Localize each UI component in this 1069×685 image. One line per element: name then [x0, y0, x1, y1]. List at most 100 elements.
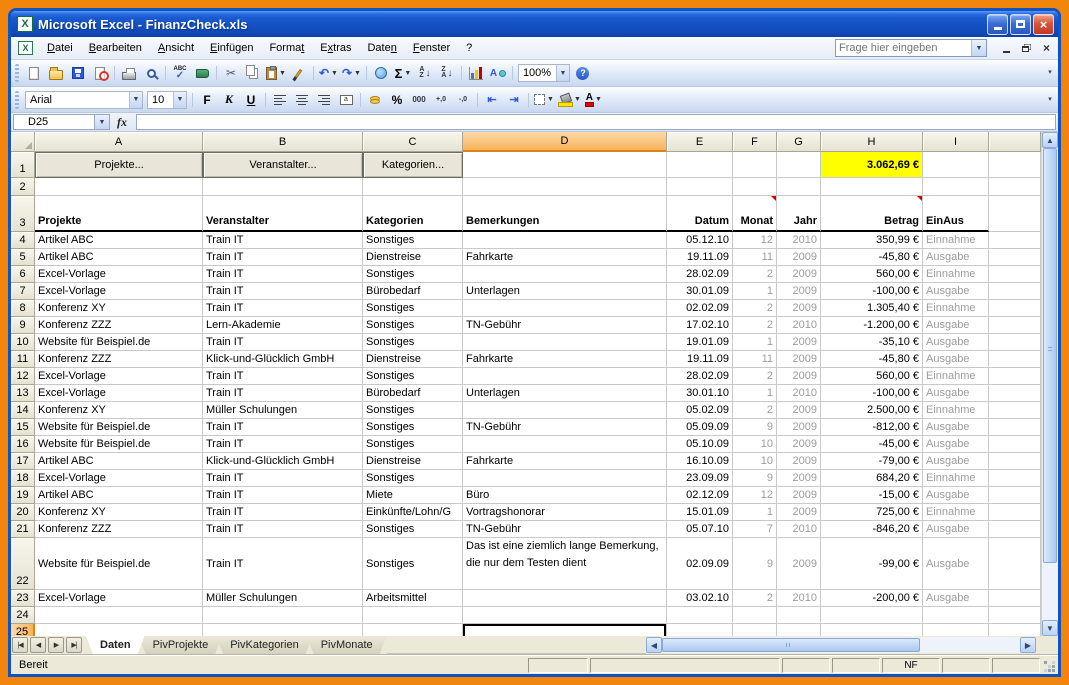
cell-I21[interactable]: Ausgabe: [923, 521, 989, 538]
cell-I6[interactable]: Einnahme: [923, 266, 989, 283]
cell-B10[interactable]: Train IT: [203, 334, 363, 351]
cell-H3[interactable]: Betrag: [821, 196, 923, 232]
cell-D15[interactable]: TN-Gebühr: [463, 419, 667, 436]
cell-A16[interactable]: Website für Beispiel.de: [35, 436, 203, 453]
print-preview-button[interactable]: [140, 63, 162, 83]
cell-I18[interactable]: Einnahme: [923, 470, 989, 487]
col-header-A[interactable]: A: [35, 132, 203, 152]
comma-style-button[interactable]: 000: [408, 90, 430, 110]
cell-filler-9[interactable]: [989, 317, 1041, 334]
cell-F8[interactable]: 2: [733, 300, 777, 317]
sort-ascending-button[interactable]: A Z ↓: [414, 63, 436, 83]
cell-C15[interactable]: Sonstiges: [363, 419, 463, 436]
cell-B15[interactable]: Train IT: [203, 419, 363, 436]
cell-G19[interactable]: 2009: [777, 487, 821, 504]
cell-D23[interactable]: [463, 590, 667, 607]
cell-D10[interactable]: [463, 334, 667, 351]
horizontal-scrollbar[interactable]: ◀ ▶: [646, 637, 1036, 653]
cell-D18[interactable]: [463, 470, 667, 487]
cell-B22[interactable]: Train IT: [203, 538, 363, 590]
underline-button[interactable]: U: [240, 90, 262, 110]
cell-F23[interactable]: 2: [733, 590, 777, 607]
close-button[interactable]: ×: [1033, 13, 1054, 35]
name-box-dropdown-icon[interactable]: ▼: [95, 114, 110, 130]
cell-C16[interactable]: Sonstiges: [363, 436, 463, 453]
cell-C18[interactable]: Sonstiges: [363, 470, 463, 487]
cell-C19[interactable]: Miete: [363, 487, 463, 504]
col-header-E[interactable]: E: [667, 132, 733, 152]
font-color-dropdown-icon[interactable]: ▼: [595, 96, 602, 103]
cell-F22[interactable]: 9: [733, 538, 777, 590]
cell-B18[interactable]: Train IT: [203, 470, 363, 487]
cell-B24[interactable]: [203, 607, 363, 624]
cell-H24[interactable]: [821, 607, 923, 624]
cell-I3[interactable]: EinAus: [923, 196, 989, 232]
cell-F3[interactable]: Monat: [733, 196, 777, 232]
decrease-decimal-button[interactable]: -,0: [452, 90, 474, 110]
row-header-21[interactable]: 21: [11, 521, 35, 538]
cell-F5[interactable]: 11: [733, 249, 777, 266]
cell-A12[interactable]: Excel-Vorlage: [35, 368, 203, 385]
cell-E24[interactable]: [667, 607, 733, 624]
row-header-13[interactable]: 13: [11, 385, 35, 402]
col-header-C[interactable]: C: [363, 132, 463, 152]
menu-extras[interactable]: Extras: [312, 39, 359, 57]
paste-button[interactable]: ▼: [264, 63, 288, 83]
cell-E4[interactable]: 05.12.10: [667, 232, 733, 249]
cell-I11[interactable]: Ausgabe: [923, 351, 989, 368]
cell-F20[interactable]: 1: [733, 504, 777, 521]
cell-I16[interactable]: Ausgabe: [923, 436, 989, 453]
cell-I23[interactable]: Ausgabe: [923, 590, 989, 607]
row-header-5[interactable]: 5: [11, 249, 35, 266]
insert-hyperlink-button[interactable]: [370, 63, 392, 83]
chart-wizard-button[interactable]: [465, 63, 487, 83]
cell-C1[interactable]: Kategorien...: [363, 152, 463, 178]
cell-C8[interactable]: Sonstiges: [363, 300, 463, 317]
name-box[interactable]: D25: [13, 114, 95, 130]
cell-I13[interactable]: Ausgabe: [923, 385, 989, 402]
cell-C5[interactable]: Dienstreise: [363, 249, 463, 266]
cell-F10[interactable]: 1: [733, 334, 777, 351]
cell-filler-10[interactable]: [989, 334, 1041, 351]
cell-F9[interactable]: 2: [733, 317, 777, 334]
row-header-18[interactable]: 18: [11, 470, 35, 487]
cell-A17[interactable]: Artikel ABC: [35, 453, 203, 470]
cell-E9[interactable]: 17.02.10: [667, 317, 733, 334]
cell-D2[interactable]: [463, 178, 667, 196]
percent-button[interactable]: %: [386, 90, 408, 110]
cell-G25[interactable]: [777, 624, 821, 636]
cell-D4[interactable]: [463, 232, 667, 249]
cell-A19[interactable]: Artikel ABC: [35, 487, 203, 504]
drawing-button[interactable]: A: [487, 63, 509, 83]
research-button[interactable]: [191, 63, 213, 83]
cell-A21[interactable]: Konferenz ZZZ: [35, 521, 203, 538]
last-sheet-button[interactable]: ▶|: [66, 637, 82, 653]
cell-B20[interactable]: Train IT: [203, 504, 363, 521]
cell-H23[interactable]: -200,00 €: [821, 590, 923, 607]
cell-A22[interactable]: Website für Beispiel.de: [35, 538, 203, 590]
sheet-tab-pivprojekte[interactable]: PivProjekte: [139, 636, 223, 654]
autosum-button[interactable]: Σ ▼: [392, 63, 414, 83]
cell-B4[interactable]: Train IT: [203, 232, 363, 249]
cell-filler-4[interactable]: [989, 232, 1041, 249]
cell-D20[interactable]: Vortragshonorar: [463, 504, 667, 521]
new-document-button[interactable]: [23, 63, 45, 83]
copy-button[interactable]: [242, 63, 264, 83]
font-color-button[interactable]: A ▼: [583, 90, 605, 110]
cell-A11[interactable]: Konferenz ZZZ: [35, 351, 203, 368]
cell-D9[interactable]: TN-Gebühr: [463, 317, 667, 334]
cell-B5[interactable]: Train IT: [203, 249, 363, 266]
cell-G6[interactable]: 2009: [777, 266, 821, 283]
cell-filler-15[interactable]: [989, 419, 1041, 436]
cell-H14[interactable]: 2.500,00 €: [821, 402, 923, 419]
col-header-D[interactable]: D: [463, 132, 667, 152]
cell-A9[interactable]: Konferenz ZZZ: [35, 317, 203, 334]
cell-A5[interactable]: Artikel ABC: [35, 249, 203, 266]
cell-C14[interactable]: Sonstiges: [363, 402, 463, 419]
cell-C17[interactable]: Dienstreise: [363, 453, 463, 470]
cell-I14[interactable]: Einnahme: [923, 402, 989, 419]
row-header-1[interactable]: 1: [11, 152, 35, 178]
menu-format[interactable]: Format: [261, 39, 312, 57]
cell-filler-5[interactable]: [989, 249, 1041, 266]
cell-filler-6[interactable]: [989, 266, 1041, 283]
